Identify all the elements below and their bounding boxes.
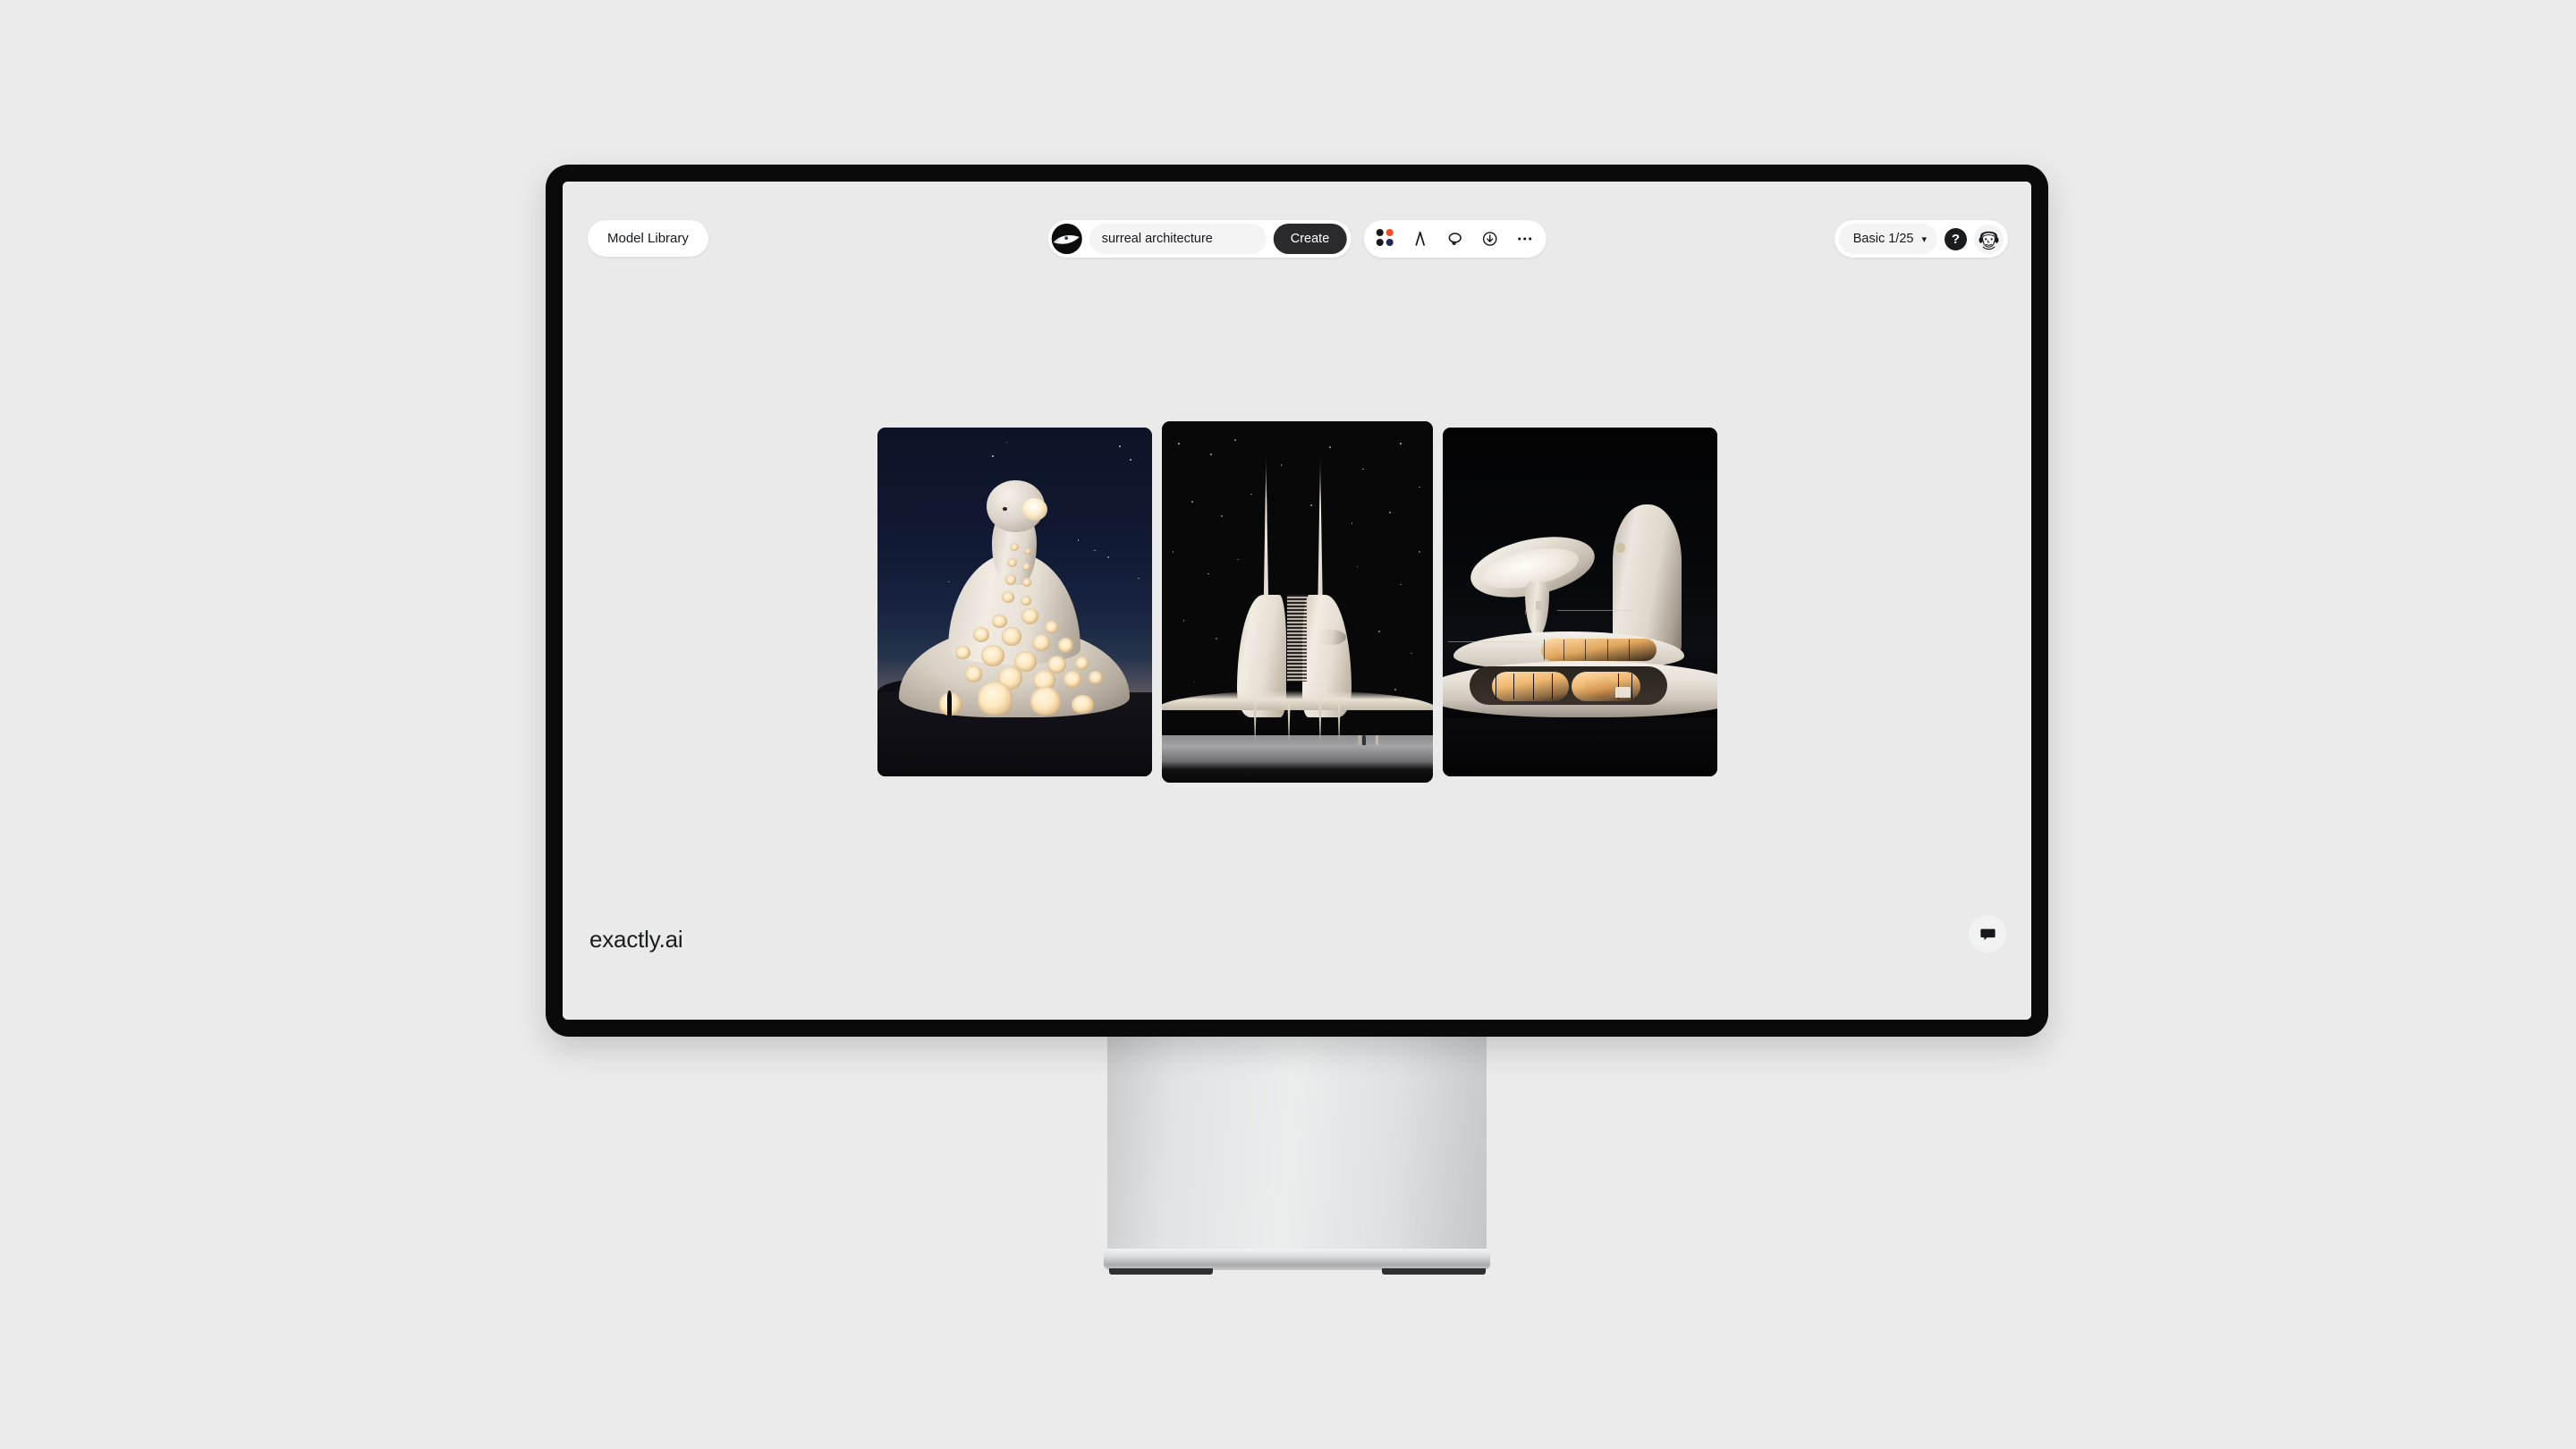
gallery-image-card[interactable] <box>877 428 1152 776</box>
gallery-image-card[interactable] <box>1442 428 1717 776</box>
lasso-icon[interactable] <box>1445 229 1464 249</box>
prompt-bar: Create <box>1047 220 1352 258</box>
generated-image-2 <box>1161 421 1433 783</box>
monitor-stand-foot-left <box>1109 1268 1213 1275</box>
download-icon[interactable] <box>1479 229 1499 249</box>
tool-bar <box>1363 220 1546 258</box>
gallery-image-card[interactable] <box>1161 421 1433 783</box>
avatar[interactable] <box>1974 224 2004 254</box>
chevron-down-icon: ▾ <box>1921 233 1927 245</box>
compass-icon[interactable] <box>1410 229 1429 249</box>
brand-logo: exactly.ai <box>589 926 683 953</box>
create-button[interactable]: Create <box>1273 224 1347 254</box>
account-cluster: Basic 1/25 ▾ ? <box>1834 220 2008 258</box>
prompt-input[interactable] <box>1089 224 1267 254</box>
monitor-bezel: Model Library surreal architecture Creat… <box>546 165 2048 1037</box>
plan-selector[interactable]: Basic 1/25 ▾ <box>1838 224 1937 254</box>
plan-label: Basic 1/25 <box>1852 232 1914 246</box>
model-library-button[interactable]: Model Library <box>588 220 708 257</box>
more-options-icon[interactable] <box>1514 229 1534 249</box>
app-footer: exactly.ai <box>563 897 2031 1020</box>
monitor-stand-foot-right <box>1382 1268 1486 1275</box>
model-avatar[interactable] <box>1051 224 1082 254</box>
help-icon[interactable]: ? <box>1945 227 1967 250</box>
monitor-stand-neck <box>1107 1030 1487 1252</box>
chat-icon[interactable] <box>1969 915 2006 953</box>
monitor-stand-base <box>1104 1249 1490 1270</box>
monitor-scene: Model Library surreal architecture Creat… <box>0 0 2576 1449</box>
app-header: Model Library surreal architecture Creat… <box>563 182 2031 307</box>
model-library-label: Model Library <box>607 231 689 246</box>
generated-image-3 <box>1442 428 1717 776</box>
screen: Model Library surreal architecture Creat… <box>563 182 2031 1020</box>
center-toolbar-cluster: Create <box>1047 220 1546 258</box>
image-gallery <box>563 307 2031 897</box>
variations-icon[interactable] <box>1375 229 1394 249</box>
generated-image-1 <box>877 428 1152 776</box>
